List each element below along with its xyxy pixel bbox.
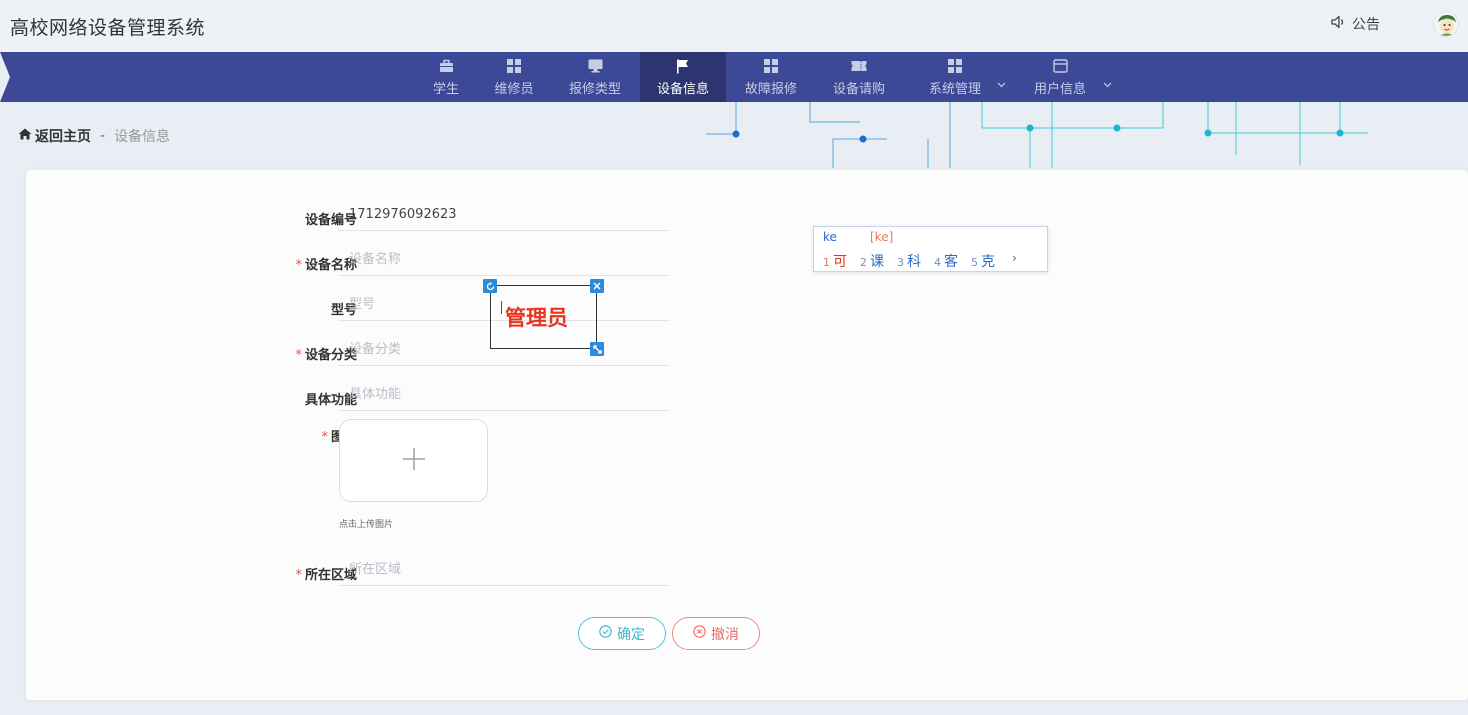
breadcrumb: 返回主页 - 设备信息 (18, 126, 170, 146)
text-cursor-icon (501, 301, 502, 314)
nav-item-device-purchase[interactable]: 设备请购 (826, 52, 892, 102)
ime-pinyin: [ke] (870, 230, 894, 244)
window-icon (1052, 58, 1068, 75)
ime-composition: ke (823, 230, 837, 244)
resize-handle-icon[interactable] (590, 342, 604, 356)
main-navbar: 学生 维修员 报修类型 设备信息 故障报修 设备请购 系统管理 用户信息 (0, 52, 1468, 102)
watermark-overlay[interactable]: 管理员 (483, 279, 604, 356)
confirm-button[interactable]: 确定 (578, 617, 666, 650)
location-field[interactable] (338, 554, 670, 586)
form-row-device-category: * 设备分类 (26, 332, 726, 377)
nav-label: 维修员 (494, 81, 534, 97)
notice-label: 公告 (1352, 17, 1380, 33)
device-name-field[interactable] (338, 244, 670, 276)
chevron-down-icon (1103, 80, 1112, 91)
ticket-icon (851, 58, 867, 75)
nav-label: 系统管理 (928, 81, 981, 97)
nav-item-fault-repair[interactable]: 故障报修 (738, 52, 804, 102)
nav-label: 报修类型 (568, 81, 621, 97)
nav-item-students[interactable]: 学生 (424, 52, 468, 102)
top-header: 高校网络设备管理系统 公告 (0, 0, 1468, 52)
required-mark: * (295, 258, 302, 273)
ime-candidate-list: 1可 2课 3科 4客 5克 › (823, 251, 1017, 271)
nav-label: 学生 (432, 81, 459, 97)
nav-label: 设备请购 (832, 81, 885, 97)
nav-edge-arrow (0, 52, 10, 102)
avatar-face-icon (1438, 15, 1456, 36)
plus-icon (402, 447, 426, 475)
upload-hint: 点击上传图片 (339, 520, 394, 530)
form-row-device-name: * 设备名称 (26, 242, 726, 287)
ime-next-page-icon[interactable]: › (1012, 251, 1017, 271)
nav-item-user-info[interactable]: 用户信息 (1026, 52, 1112, 102)
close-handle-icon[interactable] (590, 279, 604, 293)
form-panel: 设备编号 *设备名称 型号 *设备分类 具体功能 *图片 点击上传图片 *所在区… (26, 170, 1468, 700)
close-circle-icon (693, 625, 706, 642)
ime-candidate[interactable]: 3科 (897, 251, 921, 271)
ime-candidate[interactable]: 1可 (823, 251, 847, 271)
function-field[interactable] (338, 379, 670, 411)
grid-icon (948, 58, 962, 75)
ime-candidate[interactable]: 4客 (934, 251, 958, 271)
cancel-button[interactable]: 撤消 (672, 617, 760, 650)
required-mark: * (295, 348, 302, 363)
nav-item-system-management[interactable]: 系统管理 (922, 52, 1006, 102)
nav-label: 设备信息 (656, 81, 709, 97)
monitor-icon (588, 58, 603, 75)
required-mark: * (295, 568, 302, 583)
ime-candidate-popup: ke [ke] 1可 2课 3科 4客 5克 › (813, 226, 1048, 272)
flag-icon (676, 58, 690, 75)
nav-item-repairmen[interactable]: 维修员 (488, 52, 540, 102)
ime-candidate[interactable]: 2课 (860, 251, 884, 271)
rotate-handle-icon[interactable] (483, 279, 497, 293)
form-row-device-number: 设备编号 (26, 197, 726, 242)
cancel-label: 撤消 (711, 626, 739, 643)
breadcrumb-home-label: 返回主页 (35, 129, 91, 145)
nav-label: 用户信息 (1033, 81, 1086, 97)
form-row-function: 具体功能 (26, 377, 726, 422)
grid-icon (507, 58, 521, 75)
watermark-text: 管理员 (505, 306, 568, 330)
notice-button[interactable]: 公告 (1330, 14, 1380, 34)
required-mark: * (321, 430, 328, 445)
grid-icon (764, 58, 778, 75)
briefcase-icon (439, 58, 454, 75)
nav-item-repair-types[interactable]: 报修类型 (562, 52, 628, 102)
breadcrumb-separator: - (100, 128, 106, 144)
home-icon (18, 128, 32, 144)
breadcrumb-home-link[interactable]: 返回主页 (18, 126, 91, 146)
breadcrumb-current: 设备信息 (114, 129, 171, 145)
avatar[interactable] (1433, 11, 1459, 37)
app-title: 高校网络设备管理系统 (10, 17, 206, 39)
form-row-model: 型号 (26, 287, 726, 332)
image-upload-button[interactable] (339, 419, 488, 502)
ime-candidate[interactable]: 5克 (971, 251, 995, 271)
speaker-icon (1330, 14, 1346, 34)
chevron-down-icon (997, 80, 1006, 91)
nav-label: 故障报修 (744, 81, 797, 97)
nav-item-device-info[interactable]: 设备信息 (640, 52, 726, 102)
confirm-label: 确定 (617, 626, 645, 643)
device-number-field[interactable] (338, 199, 670, 231)
check-circle-icon (599, 625, 612, 642)
form-row-location: * 所在区域 (26, 552, 726, 597)
